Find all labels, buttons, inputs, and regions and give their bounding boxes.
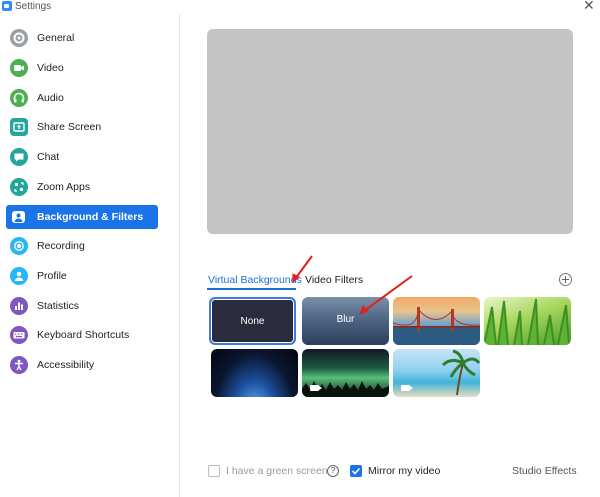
green-screen-label: I have a green screen — [226, 465, 328, 477]
active-tab-indicator — [207, 288, 296, 290]
sidebar-item-general[interactable]: General — [6, 26, 158, 50]
video-camera-icon — [401, 385, 413, 391]
keyboard-icon — [10, 326, 28, 344]
background-thumb-none[interactable]: None — [209, 297, 296, 345]
thumb-label: None — [240, 316, 265, 327]
sidebar-item-accessibility[interactable]: Accessibility — [6, 353, 158, 377]
background-thumb-earth[interactable] — [211, 349, 298, 397]
sidebar-item-background-filters[interactable]: Background & Filters — [6, 205, 158, 229]
sidebar-item-zoom-apps[interactable]: Zoom Apps — [6, 175, 158, 199]
sidebar-item-label: Chat — [37, 151, 60, 163]
title-bar: Settings ✕ — [0, 0, 600, 14]
grass-illustration — [484, 298, 570, 345]
tab-video-filters[interactable]: Video Filters — [305, 273, 363, 287]
statistics-icon — [10, 297, 28, 315]
checkmark-icon — [351, 467, 361, 475]
record-icon — [10, 237, 28, 255]
mirror-video-checkbox[interactable] — [350, 465, 362, 477]
close-button[interactable]: ✕ — [583, 0, 595, 13]
bridge-illustration — [393, 307, 480, 345]
background-thumb-grass[interactable] — [484, 297, 571, 345]
video-preview — [207, 29, 573, 234]
sidebar-item-statistics[interactable]: Statistics — [6, 294, 158, 318]
background-thumb-golden-gate[interactable] — [393, 297, 480, 345]
sidebar-item-recording[interactable]: Recording — [6, 234, 158, 258]
sidebar-item-label: Audio — [37, 92, 64, 104]
person-background-icon — [12, 211, 25, 223]
video-camera-icon — [10, 59, 28, 77]
sidebar-item-label: Accessibility — [37, 359, 95, 371]
sidebar-item-audio[interactable]: Audio — [6, 86, 158, 110]
sidebar-item-label: Background & Filters — [37, 211, 144, 223]
studio-effects-link[interactable]: Studio Effects — [512, 465, 577, 478]
sidebar: General Video Audio Share Screen Chat Zo… — [0, 14, 180, 497]
sidebar-item-label: Profile — [37, 270, 67, 282]
sidebar-item-label: Share Screen — [37, 121, 102, 133]
sidebar-item-label: Video — [37, 62, 64, 74]
background-thumb-blur[interactable]: Blur — [302, 297, 389, 345]
sidebar-item-label: General — [37, 32, 75, 44]
sidebar-item-share-screen[interactable]: Share Screen — [6, 115, 158, 139]
mirror-video-label: Mirror my video — [368, 465, 441, 477]
zoom-app-icon — [2, 1, 12, 11]
sidebar-item-label: Keyboard Shortcuts — [37, 329, 130, 341]
green-screen-checkbox[interactable] — [208, 465, 220, 477]
window-title: Settings — [15, 1, 52, 12]
thumb-label: Blur — [336, 314, 355, 325]
sidebar-item-label: Zoom Apps — [37, 181, 91, 193]
sidebar-item-label: Statistics — [37, 300, 80, 312]
share-screen-icon — [10, 118, 28, 136]
headphones-icon — [10, 89, 28, 107]
sidebar-item-profile[interactable]: Profile — [6, 264, 158, 288]
sidebar-item-chat[interactable]: Chat — [6, 145, 158, 169]
background-thumb-beach[interactable] — [393, 349, 480, 397]
sidebar-item-video[interactable]: Video — [6, 56, 158, 80]
background-thumb-aurora[interactable] — [302, 349, 389, 397]
help-icon[interactable]: ? — [327, 465, 339, 477]
accessibility-icon — [10, 356, 28, 374]
profile-icon — [10, 267, 28, 285]
video-camera-icon — [310, 385, 322, 391]
apps-icon — [10, 178, 28, 196]
sidebar-item-keyboard-shortcuts[interactable]: Keyboard Shortcuts — [6, 323, 158, 347]
tab-virtual-backgrounds[interactable]: Virtual Backgrounds — [208, 273, 302, 287]
sidebar-item-label: Recording — [37, 240, 85, 252]
gear-icon — [10, 29, 28, 47]
chat-bubble-icon — [10, 148, 28, 166]
add-background-button[interactable] — [559, 273, 572, 286]
